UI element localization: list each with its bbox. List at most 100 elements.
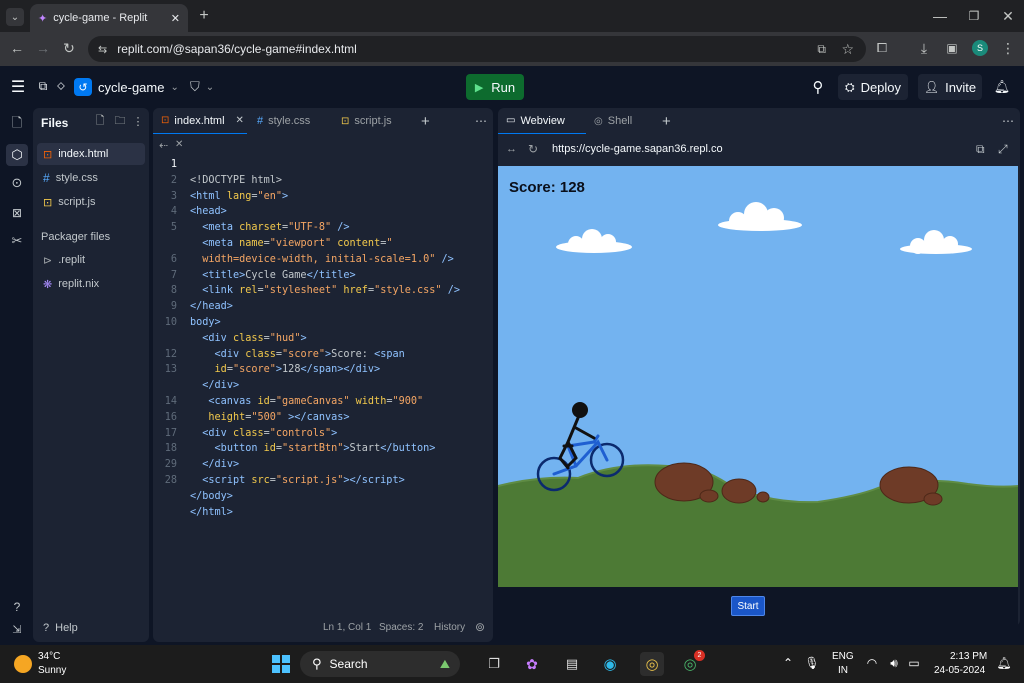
pane-menu-icon[interactable]: ⋯ bbox=[475, 108, 487, 134]
file-icon[interactable]: 🗋︎ bbox=[8, 115, 26, 134]
file-item-script-js[interactable]: ⊡ script.js bbox=[37, 191, 145, 213]
bell-icon[interactable]: 🔔︎ bbox=[992, 77, 1012, 97]
settings-icon[interactable]: ⊚ bbox=[475, 620, 485, 634]
replit-logo-icon[interactable]: ⧉ bbox=[36, 79, 50, 93]
more-icon[interactable]: ⋮ bbox=[131, 114, 145, 128]
code-editor-pane: ⊡ index.html ✕ # style.css ⊡ script.js +… bbox=[153, 108, 493, 642]
search-icon[interactable]: ⚲ bbox=[808, 77, 828, 97]
profile-avatar[interactable]: S bbox=[972, 40, 988, 56]
chevron-up-icon[interactable]: ⌃ bbox=[780, 655, 796, 671]
restore-icon[interactable]: ❐ bbox=[964, 6, 984, 26]
start-button[interactable]: Start bbox=[731, 596, 765, 616]
expand-icon[interactable]: ⤢ bbox=[998, 142, 1008, 157]
workspace-switch-icon[interactable]: ⬦ bbox=[54, 79, 68, 93]
address-bar[interactable]: ⇆ replit.com/@sapan36/cycle-game#index.h… bbox=[88, 36, 866, 62]
webview-reload-icon[interactable]: ↻ bbox=[528, 142, 538, 156]
sidepanel-icon[interactable]: ▣ bbox=[942, 38, 962, 58]
weather-desc[interactable]: Sunny bbox=[38, 665, 66, 676]
help-icon: ? bbox=[43, 622, 50, 634]
forward-icon[interactable]: → bbox=[34, 39, 52, 57]
tools-icon[interactable]: ✂ bbox=[8, 232, 26, 250]
store-icon[interactable]: ▤ bbox=[562, 654, 582, 674]
code-content[interactable]: <!DOCTYPE html> <html lang="en"> <head> … bbox=[190, 157, 490, 520]
packages-icon[interactable]: ⬡ bbox=[6, 144, 28, 166]
collapse-icon[interactable]: ⇲ bbox=[8, 620, 26, 638]
version-control-icon[interactable]: ⊠ bbox=[8, 204, 26, 222]
tab-search-icon[interactable]: ⌄ bbox=[6, 8, 24, 26]
secrets-icon[interactable]: ⊙ bbox=[8, 174, 26, 192]
tab-shell[interactable]: ◎ Shell bbox=[594, 108, 654, 134]
address-url: replit.com/@sapan36/cycle-game#index.htm… bbox=[117, 42, 357, 56]
tab-index-html[interactable]: ⊡ index.html ✕ bbox=[153, 108, 247, 134]
windows-taskbar: 34°C Sunny ⚲ Search ⛰ ❐ ✿ ▤ ◉ ◎ ◎ 2 ⌃ 🎙︎… bbox=[0, 645, 1024, 683]
status-history[interactable]: History bbox=[434, 622, 465, 633]
clock-date[interactable]: 24-05-2024 bbox=[934, 665, 985, 676]
install-app-icon[interactable]: ⧉ bbox=[817, 42, 826, 57]
wifi-icon[interactable]: ◠ bbox=[864, 655, 880, 671]
open-new-tab-icon[interactable]: ⧉ bbox=[976, 142, 985, 157]
tab-script-js[interactable]: ⊡ script.js bbox=[341, 108, 411, 134]
site-settings-icon[interactable]: ⇆ bbox=[98, 43, 107, 56]
browser-tab[interactable]: ✦ cycle-game - Replit ✕ bbox=[30, 4, 188, 32]
tab-style-css[interactable]: # style.css bbox=[257, 108, 337, 134]
search-highlight-icon: ⛰ bbox=[439, 656, 450, 671]
deploy-button[interactable]: ⛭ Deploy bbox=[838, 74, 908, 100]
language-top[interactable]: ENG bbox=[832, 651, 854, 662]
back-nav-icon[interactable]: ⇠ bbox=[159, 139, 168, 152]
invite-button[interactable]: 👤︎ Invite bbox=[918, 74, 982, 100]
new-folder-icon[interactable]: 🗀︎ bbox=[113, 114, 127, 128]
project-selector[interactable]: ↺ cycle-game ⌄ bbox=[74, 75, 179, 99]
privacy-selector[interactable]: ⛉ ⌄ bbox=[190, 75, 214, 99]
file-item-index-html[interactable]: ⊡ index.html bbox=[37, 143, 145, 165]
windows-start-icon[interactable] bbox=[272, 655, 290, 673]
game-canvas[interactable]: Score: 128 bbox=[498, 166, 1018, 587]
copilot-icon[interactable]: ✿ bbox=[522, 654, 542, 674]
language-bottom[interactable]: IN bbox=[838, 665, 848, 676]
download-icon[interactable]: ⤓ bbox=[914, 38, 934, 58]
run-button[interactable]: ▶ Run bbox=[466, 74, 524, 100]
new-file-icon[interactable]: 🗋︎ bbox=[93, 114, 107, 128]
taskbar-search[interactable]: ⚲ Search ⛰ bbox=[300, 651, 460, 677]
weather-temp[interactable]: 34°C bbox=[38, 651, 60, 662]
extensions-icon[interactable]: ⧠ bbox=[872, 38, 892, 58]
tab-label: script.js bbox=[354, 115, 392, 127]
webview-url[interactable]: https://cycle-game.sapan36.repl.co bbox=[552, 143, 723, 155]
chrome-menu-icon[interactable]: ⋮ bbox=[998, 38, 1018, 58]
file-item-replit-nix[interactable]: ❋ replit.nix bbox=[37, 273, 145, 295]
new-tab-button[interactable]: + bbox=[421, 108, 430, 134]
tool-rail: 🗋︎ ⬡ ⊙ ⊠ ✂ ? ⇲ bbox=[0, 108, 33, 642]
close-nav-icon[interactable]: ✕ bbox=[175, 139, 183, 150]
bookmark-star-icon[interactable]: ☆ bbox=[841, 41, 854, 58]
microphone-icon[interactable]: 🎙︎ bbox=[804, 655, 820, 671]
js-file-icon: ⊡ bbox=[43, 196, 53, 209]
reload-icon[interactable]: ↻ bbox=[60, 39, 78, 57]
webview-back-icon[interactable]: ↔ bbox=[506, 143, 517, 155]
new-tab-icon[interactable]: + bbox=[194, 6, 214, 26]
help-circle-icon[interactable]: ? bbox=[8, 598, 26, 616]
pane-menu-icon[interactable]: ⋯ bbox=[1002, 108, 1014, 134]
hamburger-menu-icon[interactable]: ☰ bbox=[8, 77, 28, 97]
task-view-icon[interactable]: ❐ bbox=[484, 654, 504, 674]
back-icon[interactable]: ← bbox=[8, 39, 26, 57]
file-item-style-css[interactable]: # style.css bbox=[37, 167, 145, 189]
sun-icon[interactable] bbox=[14, 655, 32, 673]
edge-icon[interactable]: ◉ bbox=[600, 654, 620, 674]
battery-icon[interactable]: ▭ bbox=[906, 655, 922, 671]
chrome-icon[interactable]: ◎ bbox=[640, 652, 664, 676]
minimize-icon[interactable]: — bbox=[930, 6, 950, 26]
new-tab-button[interactable]: + bbox=[662, 108, 671, 134]
close-window-icon[interactable]: ✕ bbox=[998, 6, 1018, 26]
notification-badge: 2 bbox=[694, 650, 705, 661]
help-link[interactable]: ? Help bbox=[37, 617, 145, 639]
tab-webview[interactable]: ▭ Webview bbox=[498, 108, 586, 134]
status-spaces[interactable]: Spaces: 2 bbox=[379, 622, 423, 633]
status-cursor-position[interactable]: Ln 1, Col 1 bbox=[323, 622, 371, 633]
notifications-icon[interactable]: 🔔︎ bbox=[996, 655, 1012, 671]
file-item-replit[interactable]: ⊳ .replit bbox=[37, 249, 145, 271]
volume-icon[interactable]: 🔊︎ bbox=[886, 655, 902, 671]
close-tab-icon[interactable]: ✕ bbox=[171, 12, 180, 25]
clock-time[interactable]: 2:13 PM bbox=[950, 651, 987, 662]
close-tab-icon[interactable]: ✕ bbox=[236, 115, 244, 126]
project-icon: ↺ bbox=[74, 78, 92, 96]
shield-icon: ⛉ bbox=[190, 79, 200, 94]
